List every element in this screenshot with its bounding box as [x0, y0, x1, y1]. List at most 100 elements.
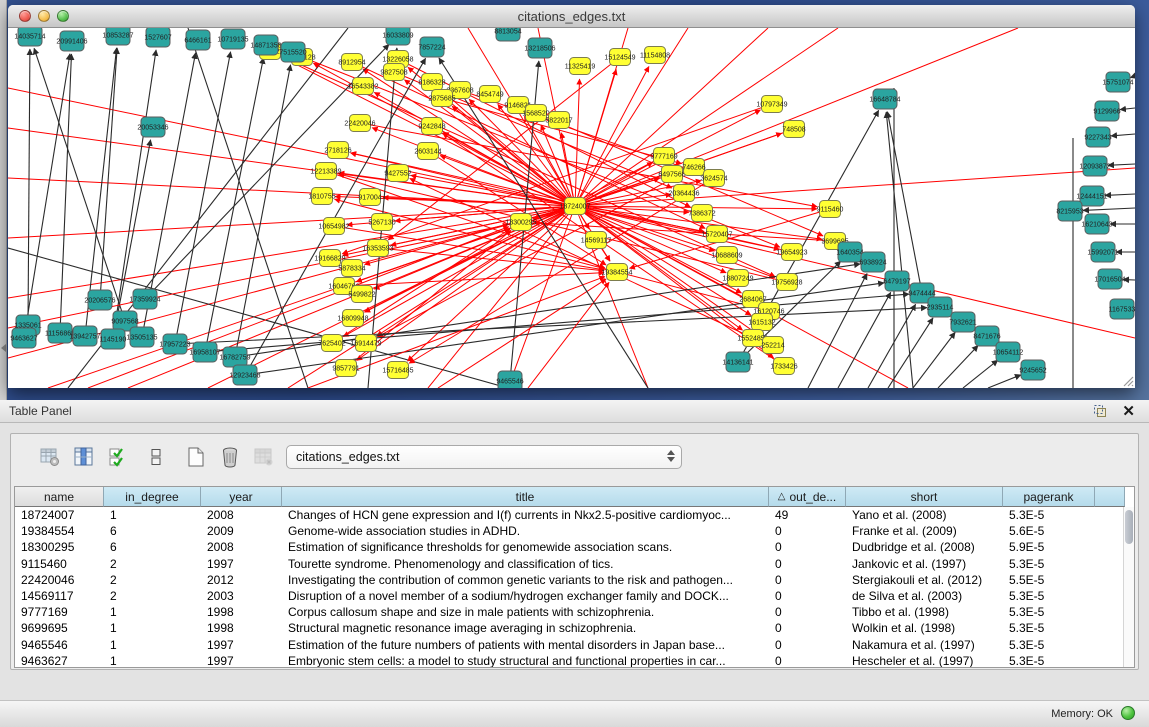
graph-node[interactable]: 9129966	[1093, 101, 1120, 121]
graph-node[interactable]: 19384554	[601, 264, 632, 281]
graph-node[interactable]: 5878334	[338, 260, 365, 277]
collapse-left-arrow-icon[interactable]	[1, 344, 6, 352]
graph-node[interactable]: 12213389	[310, 163, 341, 180]
select-columns-icon[interactable]	[105, 444, 131, 470]
graph-node[interactable]: 16648784	[869, 89, 900, 109]
vertical-scrollbar[interactable]	[1123, 507, 1134, 667]
graph-node[interactable]: 7515520	[279, 42, 306, 62]
graph-node[interactable]: 7386372	[688, 205, 715, 222]
graph-node[interactable]: 17359924	[129, 289, 160, 309]
column-header-out_de...[interactable]: △out_de...	[769, 487, 846, 507]
graph-node[interactable]: 2603144	[414, 143, 441, 160]
graph-node[interactable]: 8912954	[338, 54, 365, 71]
graph-node[interactable]: 16782759	[219, 347, 250, 367]
table-row[interactable]: 946362711997Embryonic stem cells: a mode…	[15, 653, 1134, 668]
graph-node[interactable]: 6479197	[883, 271, 910, 291]
close-icon[interactable]: ✕	[1122, 402, 1135, 420]
graph-node[interactable]: 5822017	[545, 112, 572, 129]
graph-node[interactable]: 16914479	[350, 335, 381, 352]
graph-node[interactable]: 14035714	[14, 28, 45, 46]
scrollbar-thumb[interactable]	[1125, 510, 1133, 544]
graph-node[interactable]: 8215953	[1056, 201, 1083, 221]
row-mode-icon[interactable]	[143, 444, 169, 470]
graph-node[interactable]: 15720407	[701, 226, 732, 243]
column-header-pagerank[interactable]: pagerank	[1003, 487, 1095, 507]
graph-node[interactable]: 16958107	[189, 342, 220, 362]
window-titlebar[interactable]: citations_edges.txt	[8, 5, 1135, 28]
graph-node[interactable]: 1733426	[770, 358, 797, 375]
graph-node[interactable]: 9115460	[817, 201, 844, 218]
resize-grip-icon[interactable]	[1120, 373, 1134, 387]
graph-node[interactable]: 10654112	[993, 342, 1024, 362]
graph-node[interactable]: 10853287	[102, 28, 133, 45]
graph-node[interactable]: 1145190	[100, 329, 127, 349]
graph-node[interactable]: 17957223	[159, 334, 190, 354]
show-columns-icon[interactable]	[71, 444, 97, 470]
float-window-icon[interactable]	[1093, 404, 1109, 419]
graph-node[interactable]: 2935114	[927, 297, 954, 317]
graph-node[interactable]: 14569117	[581, 232, 612, 249]
graph-node[interactable]: 15751074	[1102, 72, 1133, 92]
network-view-window[interactable]: citations_edges.txt 18724007183002951938…	[8, 5, 1135, 388]
graph-node[interactable]: 9427552	[384, 165, 411, 182]
graph-node[interactable]: 9245652	[1019, 360, 1046, 380]
table-row[interactable]: 1456911722003Disruption of a novel membe…	[15, 588, 1134, 604]
graph-node[interactable]: 16543382	[347, 78, 378, 95]
graph-node[interactable]: 12923468	[229, 365, 260, 385]
graph-node[interactable]: 12093872	[1079, 156, 1110, 176]
graph-node[interactable]: 1167533	[1109, 299, 1135, 319]
column-header-short[interactable]: short	[846, 487, 1003, 507]
graph-node[interactable]: 15124549	[604, 49, 635, 66]
graph-node[interactable]: 1810755	[308, 188, 335, 205]
new-column-icon[interactable]	[183, 444, 209, 470]
graph-node[interactable]: 10688609	[711, 247, 742, 264]
table-row[interactable]: 1938455462009Genome-wide association stu…	[15, 523, 1134, 539]
graph-node[interactable]: 7625402	[318, 335, 345, 352]
graph-node[interactable]: 17016504	[1094, 269, 1125, 289]
delete-columns-icon[interactable]	[217, 444, 243, 470]
table-selector-dropdown[interactable]: citations_edges.txt	[286, 445, 682, 469]
graph-node[interactable]: 9465546	[496, 371, 523, 388]
graph-node[interactable]: 9857791	[332, 360, 359, 377]
table-row[interactable]: 969969511998Structural magnetic resonanc…	[15, 620, 1134, 636]
graph-node[interactable]: 14871358	[250, 35, 281, 55]
graph-node[interactable]: 1527607	[144, 28, 171, 47]
graph-node[interactable]: 2875685	[428, 90, 455, 107]
graph-node[interactable]: 15992071	[1087, 242, 1118, 262]
graph-node[interactable]: 13218506	[524, 38, 555, 58]
graph-node[interactable]: 2718126	[324, 142, 351, 159]
graph-node[interactable]: 15716485	[382, 362, 413, 379]
graph-node[interactable]: 10719135	[217, 29, 248, 49]
graph-node[interactable]: 11154808	[640, 47, 670, 64]
graph-node[interactable]: 16809948	[337, 310, 368, 327]
graph-node[interactable]: 10797349	[756, 96, 787, 113]
graph-node[interactable]: 14136141	[722, 352, 753, 372]
graph-node[interactable]: 748508	[782, 121, 805, 138]
table-row[interactable]: 1830029562008Estimation of significance …	[15, 539, 1134, 555]
column-header-name[interactable]: name	[15, 487, 104, 507]
graph-node[interactable]: 5499822	[348, 286, 375, 303]
graph-node[interactable]: 16210643	[1081, 214, 1112, 234]
delete-table-icon[interactable]	[251, 444, 277, 470]
graph-node[interactable]: 8813054	[494, 28, 521, 41]
graph-node[interactable]: 1615132	[748, 314, 775, 331]
graph-node[interactable]: 16033809	[382, 28, 413, 45]
graph-node[interactable]: 917004	[358, 189, 381, 206]
table-row[interactable]: 946554611997Estimation of the future num…	[15, 637, 1134, 653]
graph-node[interactable]: 13505135	[126, 327, 157, 347]
graph-node[interactable]: 8454749	[476, 86, 503, 103]
table-row[interactable]: 1872400712008Changes of HCN gene express…	[15, 507, 1134, 523]
graph-node[interactable]: 8471676	[973, 326, 1000, 346]
table-row[interactable]: 911546021997Tourette syndrome. Phenomeno…	[15, 556, 1134, 572]
graph-node[interactable]: 5267130	[368, 214, 395, 231]
column-header-year[interactable]: year	[201, 487, 282, 507]
graph-node[interactable]: 9827508	[380, 64, 407, 81]
left-panel-divider[interactable]	[0, 0, 7, 400]
graph-node[interactable]: 9242848	[418, 118, 445, 135]
network-canvas[interactable]: 1872400718300295193845542242004627181261…	[8, 28, 1135, 388]
network-canvas-wrap[interactable]: 1872400718300295193845542242004627181261…	[8, 28, 1135, 388]
graph-node[interactable]: 252214	[761, 337, 784, 354]
graph-node[interactable]: 8186328	[418, 74, 445, 91]
graph-node[interactable]: 11325419	[565, 58, 596, 75]
graph-node[interactable]: 746266	[682, 159, 705, 176]
